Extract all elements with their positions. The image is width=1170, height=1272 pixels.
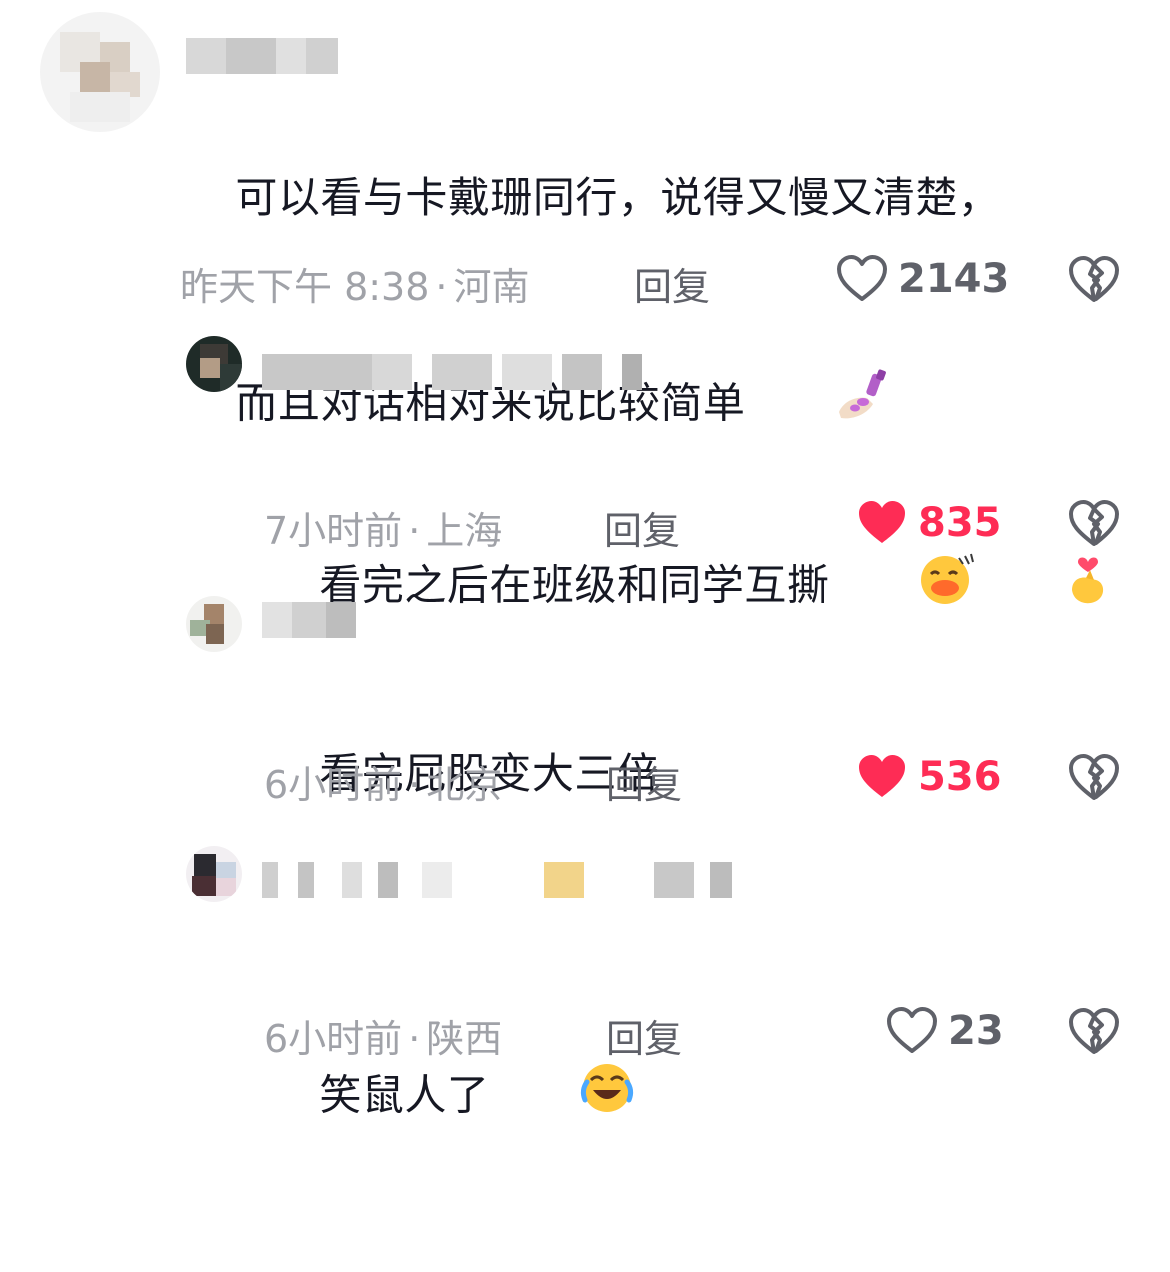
heart-outline-icon (837, 255, 887, 301)
comment-time: 6小时前 (264, 763, 403, 807)
comment-time: 昨天下午 8:38 (180, 265, 430, 309)
meta-separator: · (408, 509, 421, 553)
like-count: 536 (918, 754, 1002, 800)
like-button[interactable]: 536 (856, 753, 1002, 801)
comment-meta: 7小时前 · 上海 (264, 500, 502, 555)
comment-text-line: 可以看与卡戴珊同行，说得又慢又清楚， (235, 173, 1001, 222)
comment-time: 6小时前 (264, 1017, 403, 1061)
reply-button[interactable]: 回复 (606, 1008, 682, 1063)
comment-text: 笑鼠人了 (264, 924, 637, 1272)
like-button[interactable]: 835 (856, 499, 1002, 547)
comment-location: 陕西 (426, 1017, 503, 1061)
broken-heart-icon (1069, 500, 1119, 546)
username-blurred[interactable] (186, 38, 338, 74)
comment-location: 上海 (426, 509, 503, 553)
like-button[interactable]: 23 (886, 1007, 1004, 1055)
broken-heart-icon (1069, 754, 1119, 800)
avatar[interactable] (40, 12, 160, 132)
meta-separator: · (408, 763, 421, 807)
avatar[interactable] (186, 336, 242, 392)
comment-location: 北京 (426, 763, 503, 807)
dislike-button[interactable] (1068, 754, 1120, 806)
username-blurred[interactable] (262, 602, 356, 638)
dislike-button[interactable] (1068, 500, 1120, 552)
heart-filled-icon (859, 501, 905, 543)
comment-text-line: 笑鼠人了 (319, 1070, 490, 1120)
comment-meta: 6小时前 · 北京 (264, 754, 502, 809)
like-count: 2143 (898, 256, 1010, 302)
avatar[interactable] (186, 846, 242, 902)
broken-heart-icon (1069, 256, 1119, 302)
reply-comment-item: 看完之后在班级和同学互撕 7小时前 · 上海 回复 835 (0, 330, 1170, 610)
username-blurred[interactable] (262, 862, 732, 898)
comment-time: 7小时前 (264, 509, 403, 553)
comment-meta: 6小时前 · 陕西 (264, 1008, 502, 1063)
like-count: 835 (918, 500, 1002, 546)
broken-heart-icon (1069, 1008, 1119, 1054)
comment-meta: 昨天下午 8:38 · 河南 (180, 256, 530, 311)
dislike-button[interactable] (1068, 1008, 1120, 1060)
like-count: 23 (948, 1008, 1004, 1054)
comment-item: 可以看与卡戴珊同行，说得又慢又清楚， 而且对话相对来说比较简单 昨天下午 8:3… (0, 0, 1170, 428)
username-blurred[interactable] (262, 354, 657, 390)
reply-button[interactable]: 回复 (604, 500, 680, 555)
heart-filled-icon (859, 755, 905, 797)
dislike-button[interactable] (1068, 256, 1120, 308)
avatar[interactable] (186, 596, 242, 652)
reply-button[interactable]: 回复 (634, 256, 710, 311)
meta-separator: · (408, 1017, 421, 1061)
like-button[interactable]: 2143 (836, 255, 1009, 303)
comment-location: 河南 (453, 265, 530, 309)
heart-outline-icon (887, 1007, 937, 1053)
reply-comment-item: 看完屁股变大三倍 6小时前 · 北京 回复 536 (0, 590, 1170, 810)
meta-separator: · (435, 265, 448, 309)
reply-comment-item: 笑鼠人了 6小时前 · 陕西 回复 23 (0, 836, 1170, 1120)
reply-button[interactable]: 回复 (606, 754, 682, 809)
